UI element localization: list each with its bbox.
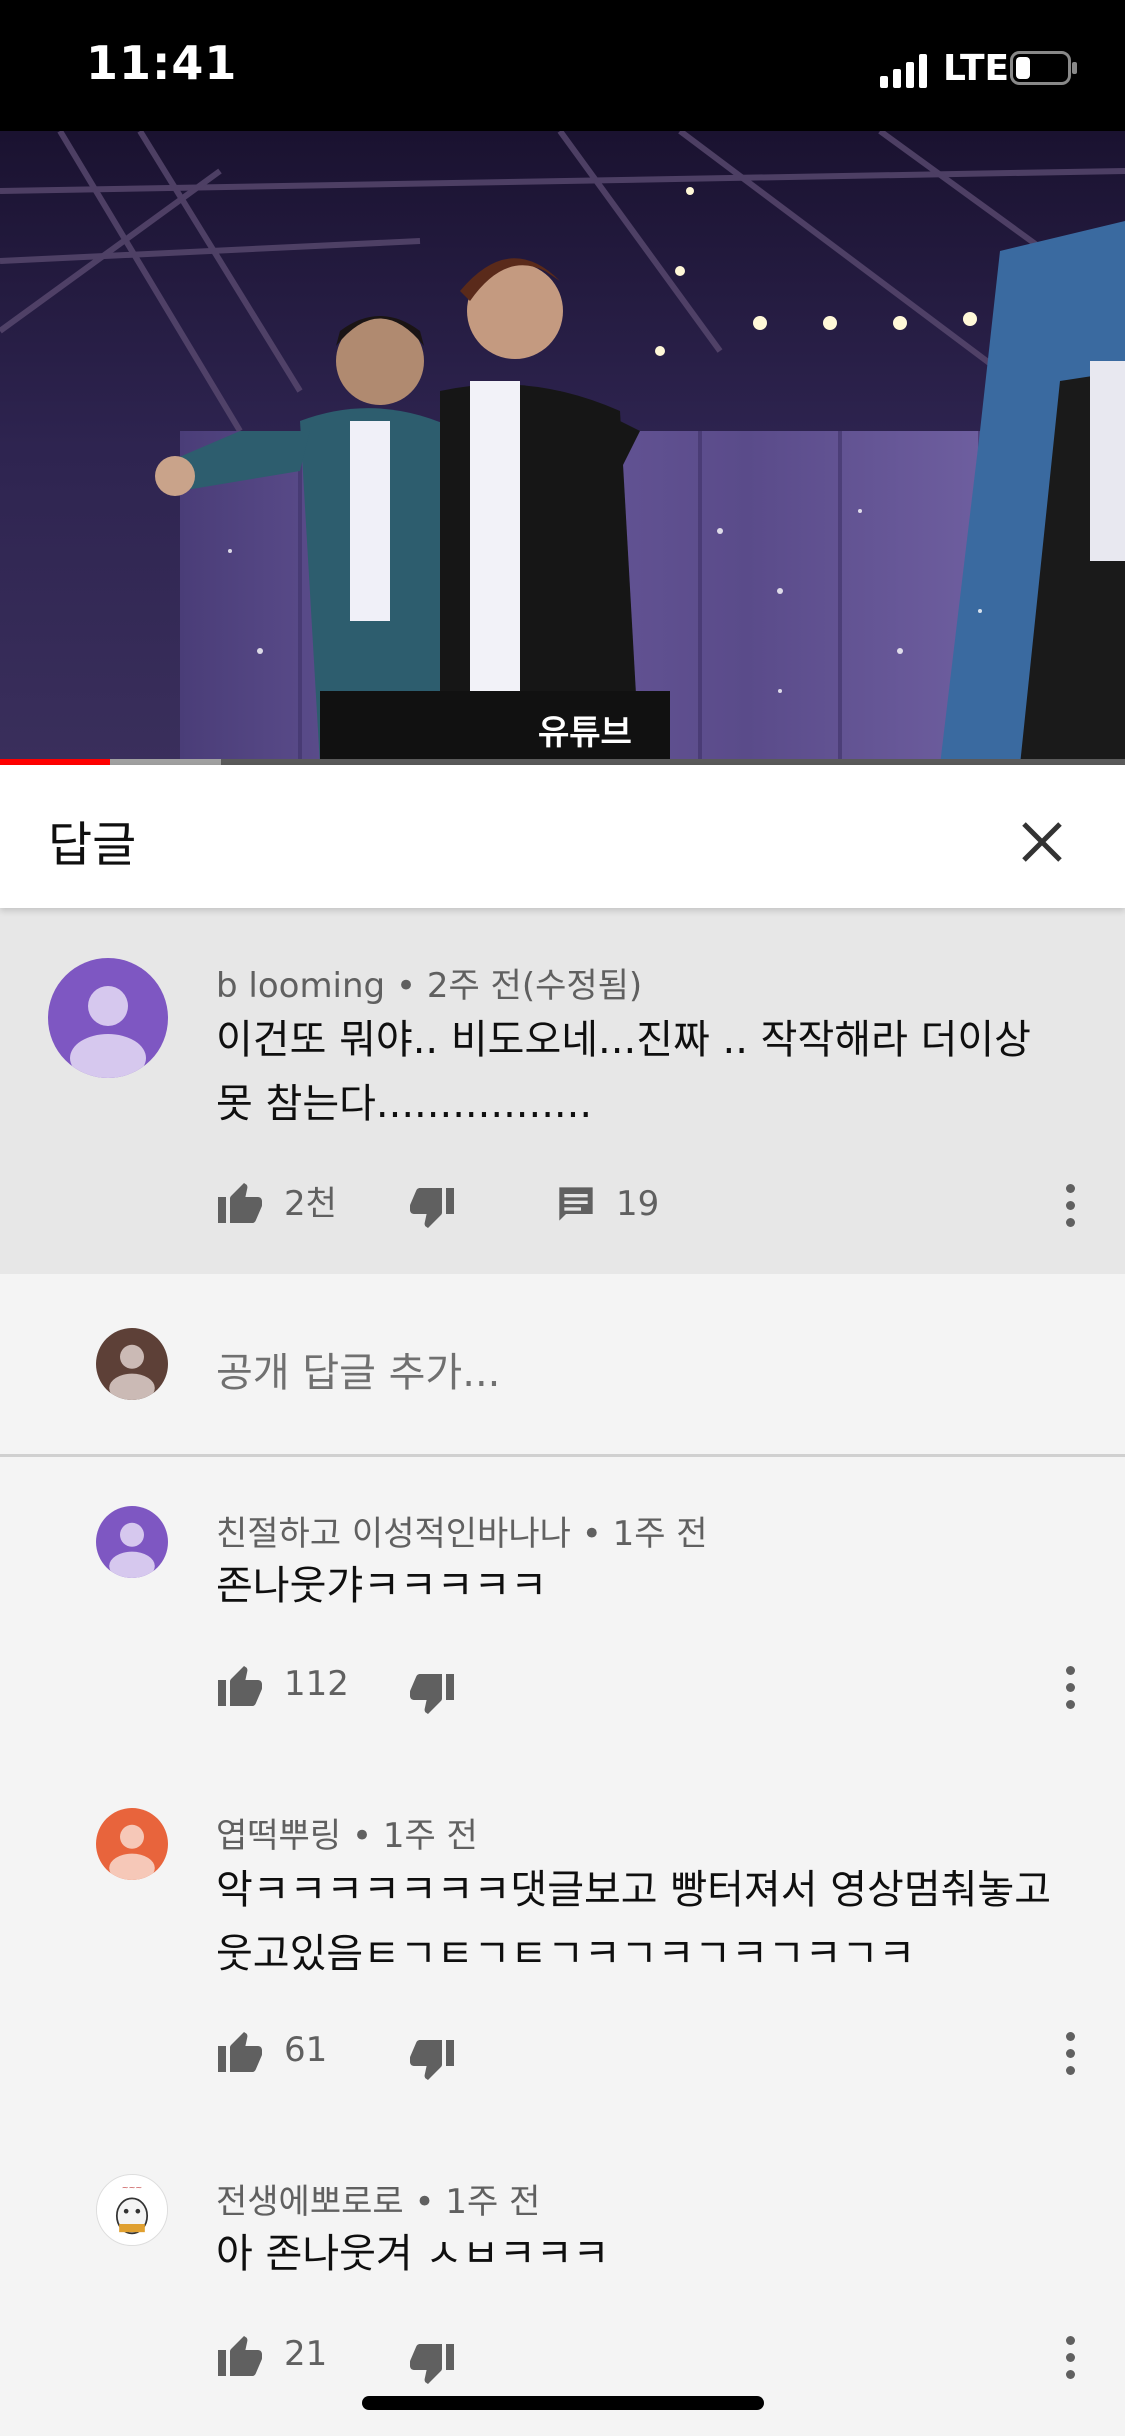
replies-header: 답글 [0,765,1125,908]
comment-author[interactable]: b looming [216,966,385,1006]
reply-input-placeholder[interactable]: 공개 답글 추가... [216,1340,500,1398]
comment-time: 2주 전(수정됨) [426,966,643,1006]
comment-time: 1주 전 [445,2182,541,2222]
avatar[interactable] [96,1506,168,1578]
like-button[interactable]: 2천 [216,1176,337,1225]
comment-meta: 친절하고 이성적인바나나 • 1주 전 [216,1506,708,1555]
status-bar: 11:41 LTE [0,0,1125,131]
video-watermark: 유튜브 [538,713,632,753]
more-options-icon[interactable] [1062,1666,1078,1714]
dislike-button[interactable] [408,2344,456,2388]
separator: • [351,1816,372,1856]
avatar[interactable] [96,1808,168,1880]
parent-comment: b looming • 2주 전(수정됨) 이건또 뭐야.. 비도오네...진짜… [0,908,1125,1274]
close-icon[interactable] [1010,810,1074,874]
like-count: 61 [284,2030,328,2070]
comment-meta: b looming • 2주 전(수정됨) [216,958,642,1007]
video-player[interactable]: 유튜브 [0,131,1125,765]
user-avatar-icon [96,1808,168,1880]
like-count: 21 [284,2334,328,2374]
divider [0,1454,1125,1457]
dislike-button[interactable] [408,1188,456,1232]
like-count: 112 [284,1664,349,1704]
comment-text: 아 존나웃겨 ㅅㅂㅋㅋㅋ [216,2231,610,2277]
comment-author[interactable]: 친절하고 이성적인바나나 [216,1514,571,1554]
signal-icon [880,54,927,88]
avatar[interactable] [48,958,168,1078]
like-count: 2천 [284,1184,337,1224]
like-button[interactable]: 112 [216,1662,349,1706]
dislike-button[interactable] [408,1674,456,1718]
thumb-down-icon [410,2040,454,2080]
comment-text: 존나웃갸ㅋㅋㅋㅋㅋ [216,1563,548,1609]
reply-count: 19 [616,1184,660,1224]
comment-text: 악ㅋㅋㅋㅋㅋㅋㅋ댓글보고 빵터져서 영상멈춰놓고 웃고있음ㅌㄱㅌㄱㅌㄱㅋㄱㅋㄱㅋ… [216,1867,1052,1977]
separator: • [581,1514,602,1554]
video-frame [0,131,1125,765]
thumb-up-icon [218,1182,262,1223]
comment-text: 이건또 뭐야.. 비도오네...진짜 .. 작작해라 더이상 못 참는다....… [216,1017,1031,1127]
network-type: LTE [943,48,1010,89]
avatar[interactable]: ~~~ [96,2174,168,2246]
comment-time: 1주 전 [612,1514,708,1554]
thumb-up-icon [218,2336,262,2376]
user-avatar-icon [48,958,168,1078]
thumb-down-icon [410,1188,454,1228]
separator: • [395,966,417,1006]
dislike-button[interactable] [408,2040,456,2084]
user-avatar-icon [96,1506,168,1578]
replies-count-button[interactable]: 19 [556,1184,659,1224]
like-button[interactable]: 61 [216,2028,327,2072]
home-indicator[interactable] [362,2396,764,2410]
avatar [96,1328,168,1400]
user-avatar-icon [96,1328,168,1400]
comment-meta: 전생에뽀로로 • 1주 전 [216,2174,540,2223]
more-options-icon[interactable] [1062,2336,1078,2384]
thumb-up-icon [218,1666,262,1706]
battery-icon [1010,51,1077,85]
more-options-icon[interactable] [1062,1184,1078,1232]
thumb-down-icon [410,1674,454,1714]
svg-text:~~~: ~~~ [122,2182,143,2192]
more-options-icon[interactable] [1062,2032,1078,2080]
comment-time: 1주 전 [382,1816,478,1856]
comment-author[interactable]: 엽떡뿌링 [216,1816,341,1856]
thumb-up-icon [218,2032,262,2072]
reply-input-row[interactable]: 공개 답글 추가... [0,1274,1125,1454]
user-avatar-icon: ~~~ [97,2175,167,2245]
comment-author[interactable]: 전생에뽀로로 [216,2182,404,2222]
replies-title: 답글 [48,817,137,873]
comment-meta: 엽떡뿌링 • 1주 전 [216,1808,478,1857]
thumb-down-icon [410,2344,454,2384]
comment-icon [559,1187,593,1221]
like-button[interactable]: 21 [216,2332,327,2376]
separator: • [414,2182,435,2222]
status-time: 11:41 [86,36,238,90]
